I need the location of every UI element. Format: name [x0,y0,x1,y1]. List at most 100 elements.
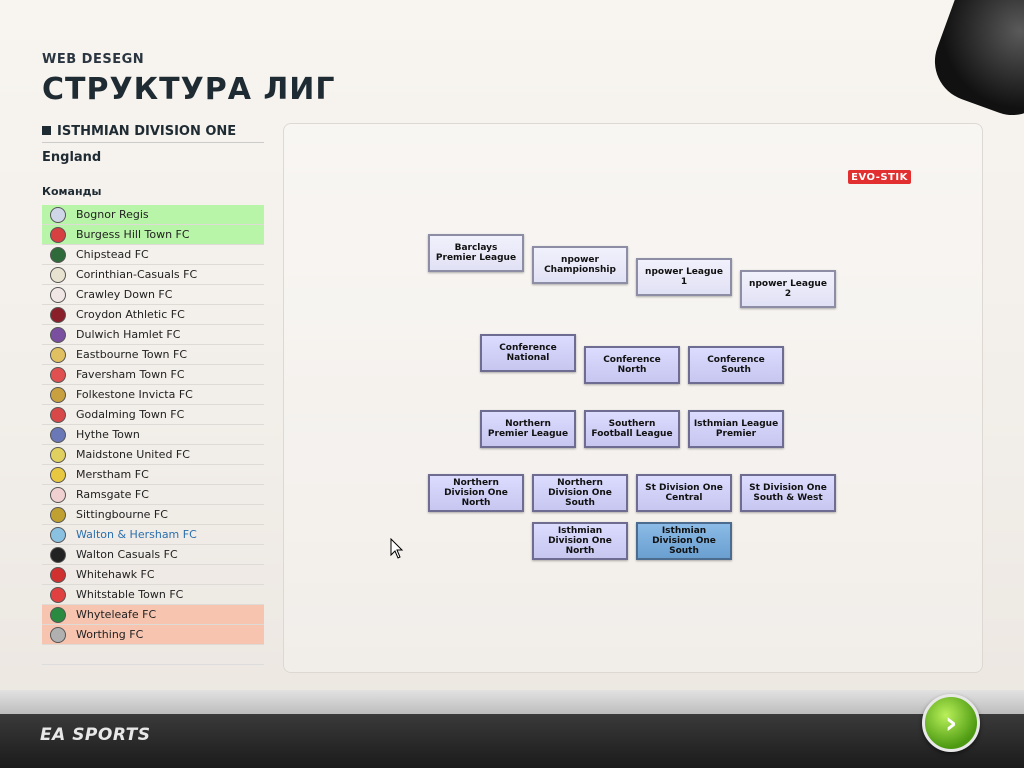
team-name: Corinthian-Casuals FC [76,268,198,281]
team-row[interactable]: Ramsgate FC [42,485,264,505]
team-name: Merstham FC [76,468,149,481]
team-name: Croydon Athletic FC [76,308,185,321]
list-divider [42,664,264,665]
club-crest-icon [50,206,66,223]
page-title: СТРУКТУРА ЛИГ [42,72,336,107]
team-row[interactable]: Faversham Town FC [42,365,264,385]
club-crest-icon [50,546,66,563]
league-box[interactable]: npower League 2 [740,270,836,308]
sponsor-logo: EVO-STIK [848,170,911,184]
club-crest-icon [50,446,66,463]
teams-heading: Команды [42,185,102,198]
team-name: Ramsgate FC [76,488,149,501]
club-crest-icon [50,246,66,263]
team-row[interactable]: Whitehawk FC [42,565,264,585]
league-box[interactable]: St Division One Central [636,474,732,512]
league-box[interactable]: Northern Premier League [480,410,576,448]
league-box[interactable]: Northern Division One North [428,474,524,512]
team-row[interactable]: Folkestone Invicta FC [42,385,264,405]
club-crest-icon [50,466,66,483]
league-box[interactable]: Northern Division One South [532,474,628,512]
club-crest-icon [50,586,66,603]
league-box[interactable]: Conference National [480,334,576,372]
league-box-current[interactable]: Isthmian Division One South [636,522,732,560]
country-label: England [42,150,102,165]
club-crest-icon [50,386,66,403]
team-row[interactable]: Merstham FC [42,465,264,485]
team-name: Walton & Hersham FC [76,528,197,541]
team-name: Eastbourne Town FC [76,348,188,361]
club-crest-icon [50,326,66,343]
team-row[interactable]: Croydon Athletic FC [42,305,264,325]
square-bullet-icon [42,126,51,135]
team-row[interactable]: Worthing FC [42,625,264,645]
team-name: Dulwich Hamlet FC [76,328,181,341]
team-row[interactable]: Walton & Hersham FC [42,525,264,545]
team-row[interactable]: Walton Casuals FC [42,545,264,565]
club-crest-icon [50,366,66,383]
corner-decoration [923,0,1024,127]
league-box[interactable]: Conference South [688,346,784,384]
club-crest-icon [50,266,66,283]
league-box[interactable]: Isthmian League Premier [688,410,784,448]
league-box[interactable]: Southern Football League [584,410,680,448]
league-box[interactable]: npower League 1 [636,258,732,296]
team-name: Crawley Down FC [76,288,173,301]
division-name: ISTHMIAN DIVISION ONE [57,124,237,139]
club-crest-icon [50,426,66,443]
club-crest-icon [50,486,66,503]
team-row[interactable]: Eastbourne Town FC [42,345,264,365]
league-box[interactable]: Barclays Premier League [428,234,524,272]
chevron-right-icon: › [944,705,958,741]
team-list: Bognor Regis Burgess Hill Town FC Chipst… [42,205,264,645]
team-name: Bognor Regis [76,208,149,221]
team-name: Folkestone Invicta FC [76,388,193,401]
team-row[interactable]: Bognor Regis [42,205,264,225]
league-box[interactable]: Conference North [584,346,680,384]
team-name: Whitehawk FC [76,568,155,581]
league-box[interactable]: St Division One South & West [740,474,836,512]
team-row[interactable]: Corinthian-Casuals FC [42,265,264,285]
team-row[interactable]: Crawley Down FC [42,285,264,305]
team-row[interactable]: Godalming Town FC [42,405,264,425]
team-name: Maidstone United FC [76,448,190,461]
club-crest-icon [50,306,66,323]
team-row[interactable]: Chipstead FC [42,245,264,265]
team-name: Worthing FC [76,628,144,641]
bottom-bar-base [0,714,1024,768]
club-crest-icon [50,406,66,423]
team-row[interactable]: Whyteleafe FC [42,605,264,625]
team-name: Burgess Hill Town FC [76,228,190,241]
club-crest-icon [50,566,66,583]
league-pyramid-panel [283,123,983,673]
club-crest-icon [50,226,66,243]
club-crest-icon [50,526,66,543]
team-row[interactable]: Maidstone United FC [42,445,264,465]
club-crest-icon [50,506,66,523]
league-box[interactable]: npower Championship [532,246,628,284]
club-crest-icon [50,626,66,643]
next-button[interactable]: › [922,694,980,752]
team-row[interactable]: Burgess Hill Town FC [42,225,264,245]
division-heading: ISTHMIAN DIVISION ONE [42,124,264,143]
team-name: Chipstead FC [76,248,149,261]
team-row[interactable]: Dulwich Hamlet FC [42,325,264,345]
mouse-cursor-icon [390,538,404,559]
bottom-bar [0,690,1024,768]
team-row[interactable]: Sittingbourne FC [42,505,264,525]
team-name: Hythe Town [76,428,140,441]
team-row[interactable]: Hythe Town [42,425,264,445]
club-crest-icon [50,606,66,623]
team-name: Godalming Town FC [76,408,185,421]
team-name: Whyteleafe FC [76,608,157,621]
club-crest-icon [50,346,66,363]
bottom-bar-strip [0,690,1024,714]
ea-sports-logo: EA SPORTS [40,725,151,745]
team-name: Sittingbourne FC [76,508,168,521]
team-row[interactable]: Whitstable Town FC [42,585,264,605]
league-box[interactable]: Isthmian Division One North [532,522,628,560]
club-crest-icon [50,286,66,303]
team-name: Faversham Town FC [76,368,185,381]
header-subtitle: WEB DESEGN [42,52,145,67]
team-name: Whitstable Town FC [76,588,184,601]
